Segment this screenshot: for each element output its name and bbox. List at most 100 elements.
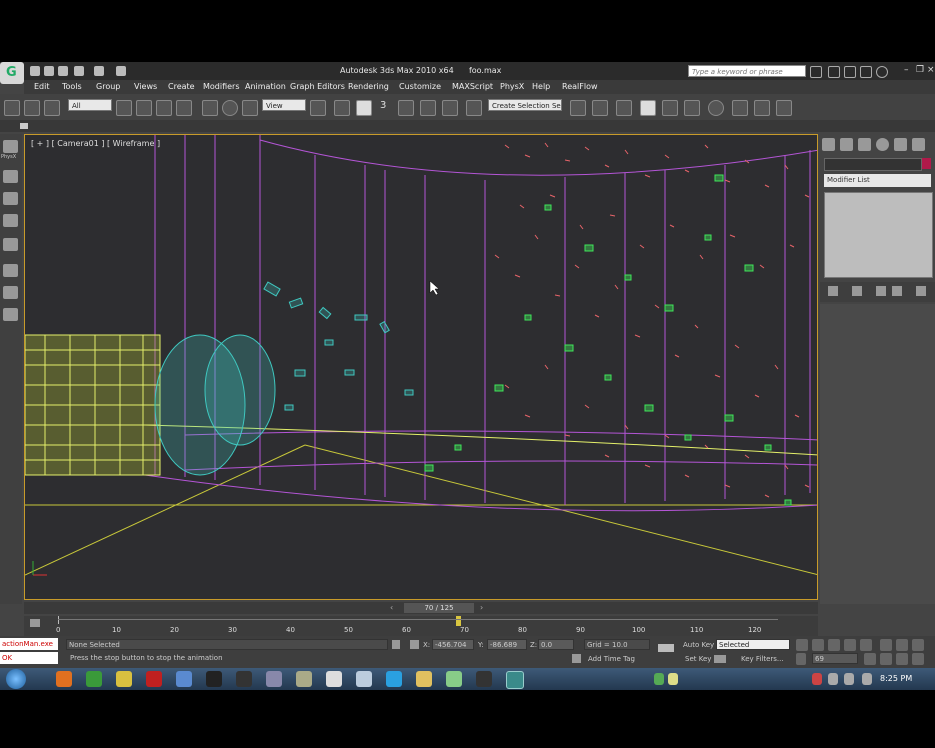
firefox-icon[interactable] (56, 671, 72, 687)
menu-maxscript[interactable]: MAXScript (452, 82, 493, 91)
camera-viewport[interactable]: [ + ] [ Camera01 ] [ Wireframe ] (24, 134, 818, 600)
network-tray-icon[interactable] (828, 673, 838, 685)
tray-icon[interactable] (668, 673, 678, 685)
select-object-icon[interactable] (116, 100, 132, 116)
show-end-result-icon[interactable] (852, 286, 862, 296)
explorer-app-icon[interactable] (356, 671, 372, 687)
menu-group[interactable]: Group (96, 82, 120, 91)
undo-icon[interactable] (74, 66, 84, 76)
zoom-all-icon[interactable] (896, 639, 908, 651)
window-crossing-icon[interactable] (176, 100, 192, 116)
play-simulation-icon[interactable] (3, 286, 18, 299)
material-editor-icon[interactable] (708, 100, 724, 116)
time-tag-icon[interactable] (572, 654, 581, 663)
menu-edit[interactable]: Edit (34, 82, 50, 91)
previous-frame-icon[interactable] (812, 639, 824, 651)
binoculars-icon[interactable] (810, 66, 822, 78)
pin-stack-icon[interactable] (828, 286, 838, 296)
mini-curve-editor-icon[interactable] (30, 619, 40, 627)
maxscript-output-line[interactable]: OK (0, 652, 58, 664)
orbit-icon[interactable] (912, 639, 924, 651)
redo-icon[interactable] (94, 66, 104, 76)
menu-realflow[interactable]: RealFlow (562, 82, 598, 91)
step-simulation-icon[interactable] (3, 308, 18, 321)
tool-app-icon[interactable] (266, 671, 282, 687)
minimize-icon[interactable]: – (904, 65, 909, 75)
spinner-snap-icon[interactable] (442, 100, 458, 116)
select-manipulate-icon[interactable] (334, 100, 350, 116)
object-color-swatch[interactable] (922, 158, 931, 169)
current-frame-marker[interactable] (456, 616, 461, 626)
menu-help[interactable]: Help (532, 82, 550, 91)
track-bar[interactable]: 0 10 20 30 40 50 60 70 80 90 100 110 120 (24, 616, 818, 636)
scale-icon[interactable] (242, 100, 258, 116)
open-file-icon[interactable] (44, 66, 54, 76)
new-file-icon[interactable] (30, 66, 40, 76)
motion-tab-icon[interactable] (876, 138, 889, 151)
next-frame-icon[interactable] (844, 639, 856, 651)
joint-icon[interactable] (3, 214, 18, 227)
folder-icon[interactable] (416, 671, 432, 687)
goto-start-icon[interactable] (796, 639, 808, 651)
rendered-frame-window-icon[interactable] (754, 100, 770, 116)
pan-icon[interactable] (896, 653, 908, 665)
mirror-icon[interactable] (570, 100, 586, 116)
project-folder-icon[interactable] (116, 66, 126, 76)
app-logo-icon[interactable]: G (0, 62, 24, 84)
percent-snap-icon[interactable] (420, 100, 436, 116)
snaps-toggle-icon[interactable]: 3 (380, 100, 386, 111)
y-coordinate-field[interactable]: -86.689 (487, 639, 527, 650)
paint-app-icon[interactable] (296, 671, 312, 687)
edit-named-selection-icon[interactable] (466, 100, 482, 116)
maxscript-listener-line[interactable]: actionMan.exe (0, 638, 58, 650)
menu-create[interactable]: Create (168, 82, 195, 91)
physx-icon[interactable] (3, 140, 18, 153)
subscription-icon[interactable] (828, 66, 840, 78)
key-mode-toggle-icon[interactable] (796, 653, 806, 665)
hierarchy-tab-icon[interactable] (858, 138, 871, 151)
key-tangent-icon[interactable] (714, 655, 726, 663)
modifier-list-dropdown[interactable]: Modifier List (824, 174, 931, 187)
current-frame-field[interactable]: 69 (812, 653, 858, 664)
add-time-tag[interactable]: Add Time Tag (588, 655, 635, 663)
menu-customize[interactable]: Customize (399, 82, 441, 91)
volume-tray-icon[interactable] (844, 673, 854, 685)
rectangular-selection-icon[interactable] (156, 100, 172, 116)
x-coordinate-field[interactable]: -456.704 (432, 639, 474, 650)
curve-editor-icon[interactable] (662, 100, 678, 116)
bind-space-warp-icon[interactable] (44, 100, 60, 116)
schematic-view-icon[interactable] (684, 100, 700, 116)
rotate-icon[interactable] (222, 100, 238, 116)
named-selection-dropdown[interactable]: Create Selection Se (488, 99, 562, 111)
menu-physx[interactable]: PhysX (500, 82, 524, 91)
make-unique-icon[interactable] (876, 286, 886, 296)
move-icon[interactable] (202, 100, 218, 116)
cloth-icon[interactable] (3, 192, 18, 205)
auto-key-button[interactable]: Auto Key (683, 641, 714, 649)
render-setup-icon[interactable] (732, 100, 748, 116)
set-key-button[interactable]: Set Key (685, 655, 711, 663)
modifier-stack[interactable] (824, 192, 933, 278)
zoom-icon[interactable] (880, 639, 892, 651)
save-file-icon[interactable] (58, 66, 68, 76)
key-mode-dropdown[interactable]: Selected (716, 639, 790, 650)
render-production-icon[interactable] (776, 100, 792, 116)
next-frame-icon[interactable]: › (480, 603, 483, 612)
menu-modifiers[interactable]: Modifiers (203, 82, 240, 91)
debris-icon[interactable] (3, 238, 18, 251)
project-app-icon[interactable] (86, 671, 102, 687)
goto-end-icon[interactable] (860, 639, 872, 651)
steam-icon[interactable] (206, 671, 222, 687)
set-key-icon[interactable] (658, 644, 674, 652)
tray-icon[interactable] (812, 673, 822, 685)
help-icon[interactable] (876, 66, 888, 78)
configure-modifier-sets-icon[interactable] (916, 286, 926, 296)
link-icon[interactable] (4, 100, 20, 116)
create-tab-icon[interactable] (822, 138, 835, 151)
time-slider[interactable]: ‹ 70 / 125 › (24, 602, 818, 614)
remove-modifier-icon[interactable] (892, 286, 902, 296)
media-app-icon[interactable] (236, 671, 252, 687)
maximize-viewport-icon[interactable] (912, 653, 924, 665)
key-filters-button[interactable]: Key Filters... (741, 655, 784, 663)
pencil-app-icon[interactable] (116, 671, 132, 687)
